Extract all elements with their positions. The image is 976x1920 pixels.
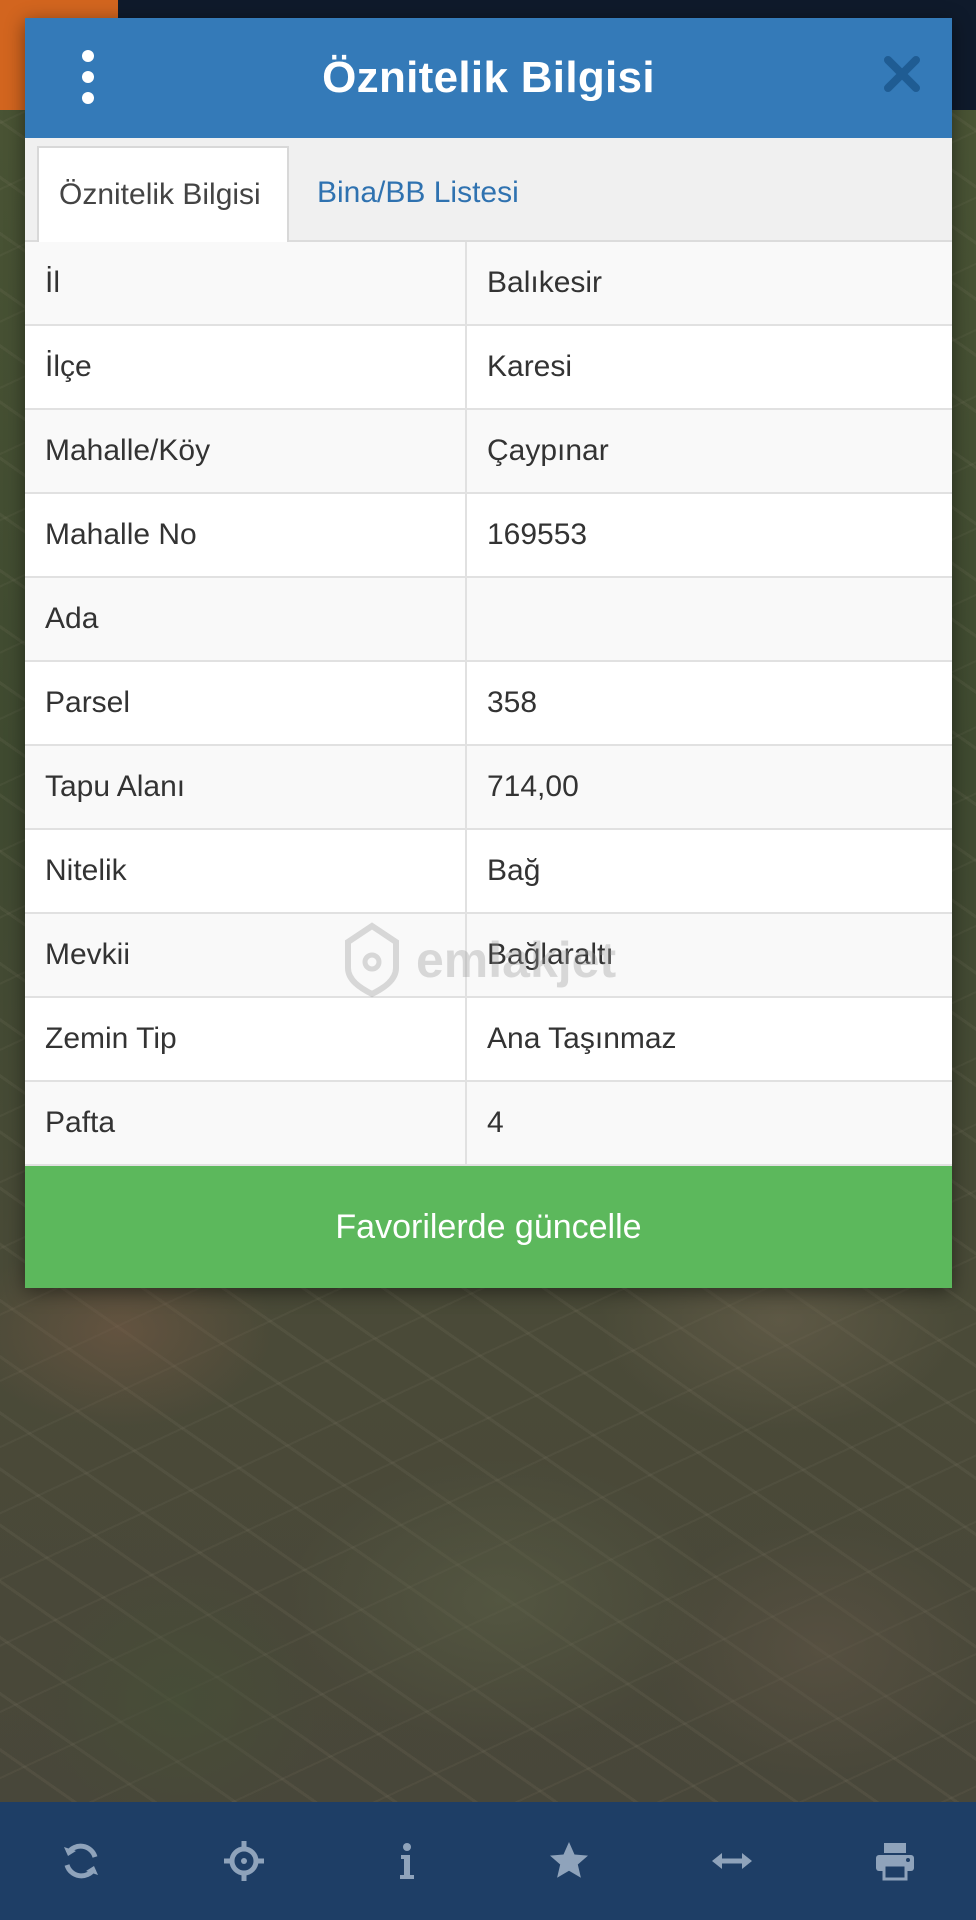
- star-icon: [550, 1842, 589, 1878]
- table-row: Mevkii Bağlaraltı: [25, 913, 952, 998]
- row-key: Mevkii: [25, 913, 467, 998]
- horizontal-arrows-icon: [711, 1853, 752, 1869]
- table-row: Nitelik Bağ: [25, 829, 952, 914]
- table-row: Zemin Tip Ana Taşınmaz: [25, 997, 952, 1082]
- row-value: [466, 577, 952, 662]
- attribute-table: İl Balıkesir İlçe Karesi Mahalle/Köy Çay…: [25, 242, 952, 1166]
- table-row: Parsel 358: [25, 661, 952, 746]
- table-row: İl Balıkesir: [25, 242, 952, 326]
- menu-icon[interactable]: [73, 50, 103, 104]
- bottom-toolbar: [0, 1802, 976, 1920]
- row-key: İlçe: [25, 325, 467, 410]
- favorites-button[interactable]: [529, 1821, 609, 1901]
- row-key: Zemin Tip: [25, 997, 467, 1082]
- row-key: Nitelik: [25, 829, 467, 914]
- dialog-header: Öznitelik Bilgisi: [25, 18, 952, 138]
- row-value: 358: [466, 661, 952, 746]
- row-value: 169553: [466, 493, 952, 578]
- row-value: Karesi: [466, 325, 952, 410]
- update-favorites-button[interactable]: Favorilerde güncelle: [25, 1166, 952, 1288]
- crosshair-icon: [223, 1841, 264, 1881]
- refresh-button[interactable]: [41, 1821, 121, 1901]
- tab-building-list[interactable]: Bina/BB Listesi: [297, 146, 539, 240]
- row-key: Pafta: [25, 1081, 467, 1166]
- row-key: Mahalle No: [25, 493, 467, 578]
- row-key: Tapu Alanı: [25, 745, 467, 830]
- print-button[interactable]: [855, 1821, 935, 1901]
- row-value: Ana Taşınmaz: [466, 997, 952, 1082]
- print-icon: [875, 1843, 914, 1881]
- row-value: Bağ: [466, 829, 952, 914]
- tab-attribute-info[interactable]: Öznitelik Bilgisi: [37, 146, 289, 242]
- tab-bar: Öznitelik Bilgisi Bina/BB Listesi: [25, 138, 952, 242]
- table-row: İlçe Karesi: [25, 325, 952, 410]
- table-row: Ada: [25, 577, 952, 662]
- measure-button[interactable]: [692, 1821, 772, 1901]
- row-key: İl: [25, 242, 467, 326]
- attribute-info-dialog: Öznitelik Bilgisi Öznitelik Bilgisi Bina…: [25, 18, 952, 1288]
- info-icon: [399, 1843, 414, 1879]
- table-row: Tapu Alanı 714,00: [25, 745, 952, 830]
- row-key: Parsel: [25, 661, 467, 746]
- table-row: Mahalle No 169553: [25, 493, 952, 578]
- row-value: 714,00: [466, 745, 952, 830]
- close-icon[interactable]: [880, 52, 924, 96]
- row-value: Çaypınar: [466, 409, 952, 494]
- table-row: Pafta 4: [25, 1081, 952, 1166]
- row-value: Balıkesir: [466, 242, 952, 326]
- refresh-icon: [64, 1843, 99, 1879]
- row-key: Mahalle/Köy: [25, 409, 467, 494]
- dialog-title: Öznitelik Bilgisi: [322, 53, 655, 102]
- info-button[interactable]: [367, 1821, 447, 1901]
- row-value: Bağlaraltı: [466, 913, 952, 998]
- row-key: Ada: [25, 577, 467, 662]
- row-value: 4: [466, 1081, 952, 1166]
- locate-button[interactable]: [204, 1821, 284, 1901]
- table-row: Mahalle/Köy Çaypınar: [25, 409, 952, 494]
